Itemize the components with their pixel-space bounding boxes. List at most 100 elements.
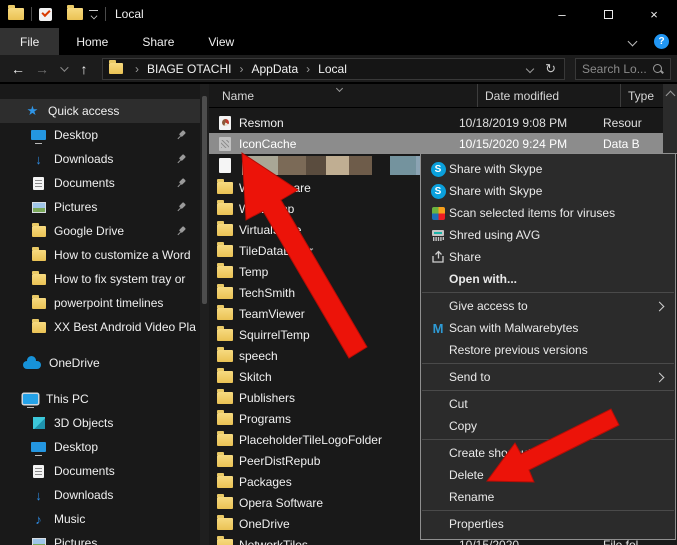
folder-icon bbox=[217, 224, 233, 236]
menu-item-properties[interactable]: Properties bbox=[421, 513, 675, 535]
folder-icon bbox=[217, 476, 233, 488]
sidebar-item-pc-desktop[interactable]: Desktop bbox=[0, 435, 200, 459]
menu-item-give-access-to[interactable]: Give access to bbox=[421, 295, 675, 317]
folder-icon bbox=[217, 371, 233, 383]
sidebar-item-xx-best-android[interactable]: XX Best Android Video Pla bbox=[0, 315, 200, 339]
window-folder-icon bbox=[8, 8, 24, 20]
menu-item-share[interactable]: Share bbox=[421, 246, 675, 268]
titlebar: Local – × bbox=[0, 0, 677, 28]
close-button[interactable]: × bbox=[631, 0, 677, 28]
submenu-arrow-icon bbox=[655, 301, 665, 311]
folder-icon bbox=[32, 250, 46, 261]
sidebar-item-powerpoint-timelines[interactable]: powerpoint timelines bbox=[0, 291, 200, 315]
folder-icon bbox=[217, 455, 233, 467]
folder-icon bbox=[217, 434, 233, 446]
shredder-icon bbox=[431, 228, 445, 242]
sidebar-item-desktop[interactable]: Desktop bbox=[0, 123, 200, 147]
pictures-icon bbox=[32, 538, 46, 545]
menu-item-copy[interactable]: Copy bbox=[421, 415, 675, 437]
qat-customize-icon[interactable] bbox=[89, 10, 98, 18]
expand-ribbon-icon[interactable] bbox=[628, 37, 638, 47]
tab-home[interactable]: Home bbox=[59, 28, 125, 55]
address-bar[interactable]: › BIAGE OTACHI › AppData › Local ↻ bbox=[102, 58, 565, 80]
qat-checkbox-icon[interactable] bbox=[39, 8, 52, 21]
menu-item-share-with-skype-1[interactable]: S Share with Skype bbox=[421, 158, 675, 180]
sidebar-item-how-to-fix[interactable]: How to fix system tray or bbox=[0, 267, 200, 291]
menu-item-send-to[interactable]: Send to bbox=[421, 366, 675, 388]
menu-separator bbox=[422, 292, 674, 293]
menu-item-rename[interactable]: Rename bbox=[421, 486, 675, 508]
qat-folder-icon[interactable] bbox=[67, 8, 83, 20]
sidebar-item-pictures[interactable]: Pictures bbox=[0, 195, 200, 219]
titlebar-divider bbox=[31, 7, 32, 21]
maximize-button[interactable] bbox=[585, 0, 631, 28]
pictures-icon bbox=[32, 202, 46, 213]
column-header-date-modified[interactable]: Date modified bbox=[477, 84, 620, 107]
breadcrumb-local[interactable]: Local bbox=[318, 62, 347, 76]
folder-icon bbox=[217, 308, 233, 320]
folder-icon bbox=[217, 497, 233, 509]
menu-item-delete[interactable]: Delete bbox=[421, 464, 675, 486]
sidebar-item-downloads[interactable]: ↓ Downloads bbox=[0, 147, 200, 171]
sidebar-item-pc-documents[interactable]: Documents bbox=[0, 459, 200, 483]
breadcrumb-user[interactable]: BIAGE OTACHI bbox=[147, 62, 231, 76]
menu-item-share-with-skype-2[interactable]: S Share with Skype bbox=[421, 180, 675, 202]
menu-item-open-with[interactable]: Open with... bbox=[421, 268, 675, 290]
breadcrumb-appdata[interactable]: AppData bbox=[251, 62, 298, 76]
tab-file[interactable]: File bbox=[0, 28, 59, 55]
sidebar-item-documents[interactable]: Documents bbox=[0, 171, 200, 195]
sidebar-scrollbar-thumb[interactable] bbox=[202, 96, 207, 304]
menu-item-scan-for-viruses[interactable]: Scan selected items for viruses bbox=[421, 202, 675, 224]
help-icon[interactable]: ? bbox=[654, 34, 669, 49]
search-placeholder: Search Lo... bbox=[582, 62, 652, 76]
search-icon[interactable] bbox=[652, 63, 664, 75]
folder-icon bbox=[217, 518, 233, 530]
menu-item-restore-previous-versions[interactable]: Restore previous versions bbox=[421, 339, 675, 361]
sidebar-item-pc-music[interactable]: ♪ Music bbox=[0, 507, 200, 531]
sidebar-item-quick-access[interactable]: ★ Quick access bbox=[0, 99, 200, 123]
menu-item-shred-using-avg[interactable]: Shred using AVG bbox=[421, 224, 675, 246]
ribbon-tabs: File Home Share View ? bbox=[0, 28, 677, 55]
malwarebytes-icon: M bbox=[433, 321, 444, 336]
column-headers: Name Date modified Type bbox=[209, 84, 677, 108]
sidebar-item-3d-objects[interactable]: 3D Objects bbox=[0, 411, 200, 435]
tab-share[interactable]: Share bbox=[125, 28, 191, 55]
folder-icon bbox=[217, 413, 233, 425]
recent-locations-icon[interactable] bbox=[60, 63, 68, 71]
address-dropdown-icon[interactable] bbox=[526, 64, 534, 72]
up-button[interactable]: ↑ bbox=[74, 61, 94, 77]
sidebar-item-pc-pictures[interactable]: Pictures bbox=[0, 531, 200, 545]
back-button[interactable]: ← bbox=[8, 61, 28, 77]
folder-icon bbox=[32, 226, 46, 237]
menu-item-scan-with-malwarebytes[interactable]: M Scan with Malwarebytes bbox=[421, 317, 675, 339]
file-row-resmon[interactable]: Resmon 10/18/2019 9:08 PM Resour bbox=[209, 112, 677, 133]
file-list-scrollbar[interactable] bbox=[663, 84, 677, 153]
column-header-name[interactable]: Name bbox=[209, 89, 477, 103]
desktop-icon bbox=[31, 130, 46, 140]
desktop-icon bbox=[31, 442, 46, 452]
sidebar-scrollbar[interactable] bbox=[200, 84, 209, 545]
pin-icon bbox=[174, 176, 188, 190]
search-input[interactable]: Search Lo... bbox=[575, 58, 671, 80]
folder-icon bbox=[32, 298, 46, 309]
menu-item-cut[interactable]: Cut bbox=[421, 393, 675, 415]
context-menu: S Share with Skype S Share with Skype Sc… bbox=[420, 153, 676, 540]
thumbnail-swatch bbox=[306, 156, 326, 175]
sidebar-item-this-pc[interactable]: This PC bbox=[0, 387, 200, 411]
sidebar-item-pc-downloads[interactable]: ↓ Downloads bbox=[0, 483, 200, 507]
minimize-button[interactable]: – bbox=[539, 0, 585, 28]
menu-separator bbox=[422, 363, 674, 364]
maximize-icon bbox=[604, 10, 613, 19]
scroll-up-icon[interactable] bbox=[665, 91, 675, 101]
sidebar-item-how-to-customize[interactable]: How to customize a Word bbox=[0, 243, 200, 267]
sidebar-item-onedrive[interactable]: OneDrive bbox=[0, 351, 200, 375]
menu-separator bbox=[422, 439, 674, 440]
forward-button[interactable]: → bbox=[32, 61, 52, 77]
folder-icon bbox=[217, 329, 233, 341]
refresh-icon[interactable]: ↻ bbox=[545, 61, 556, 77]
tab-view[interactable]: View bbox=[191, 28, 251, 55]
menu-item-create-shortcut[interactable]: Create shortcut bbox=[421, 442, 675, 464]
folder-icon bbox=[32, 274, 46, 285]
file-row-iconcache-selected[interactable]: IconCache 10/15/2020 9:24 PM Data B bbox=[209, 133, 677, 154]
sidebar-item-google-drive[interactable]: Google Drive bbox=[0, 219, 200, 243]
